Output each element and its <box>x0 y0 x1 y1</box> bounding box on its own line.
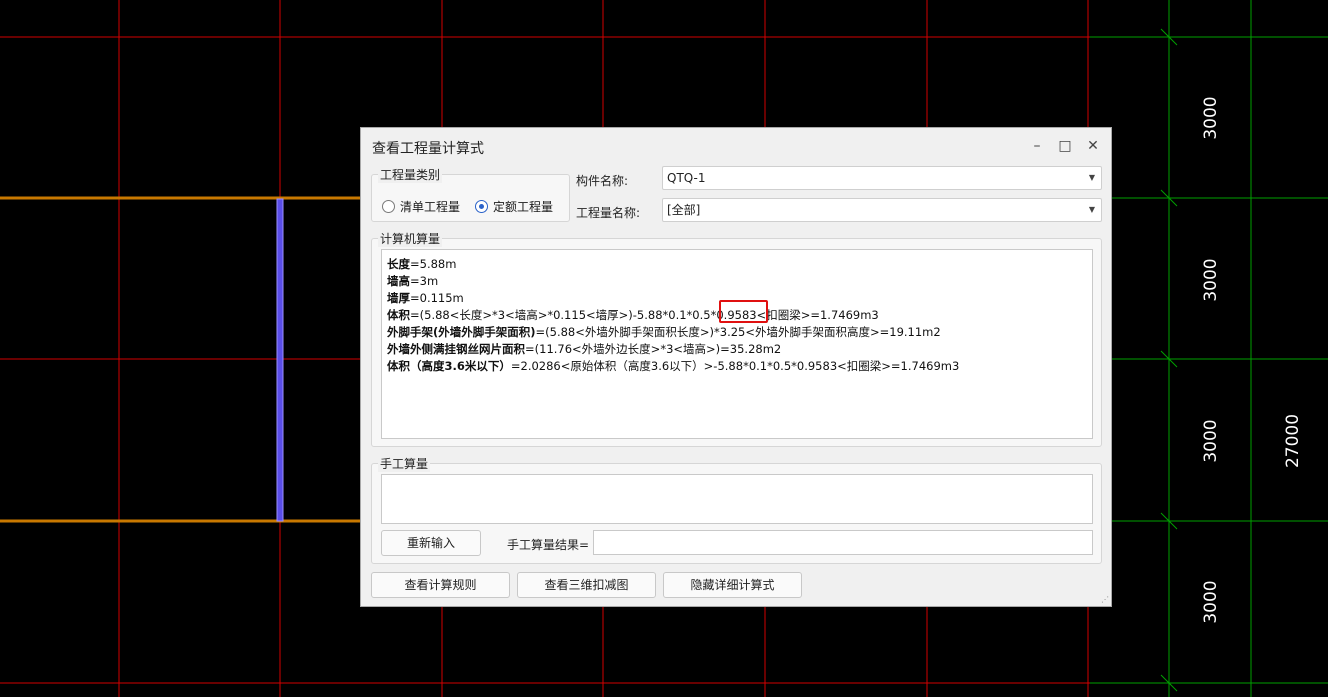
dimension-label: 3000 <box>1201 258 1221 302</box>
computer-calc-legend: 计算机算量 <box>378 230 443 247</box>
manual-calc-group: 手工算量 重新输入 手工算量结果= <box>371 455 1102 564</box>
calc-term: 体积（高度3.6米以下） <box>387 359 511 373</box>
radio-quota-quantity[interactable]: 定额工程量 <box>475 198 553 215</box>
view-rules-button[interactable]: 查看计算规则 <box>371 572 510 598</box>
calc-line: 外脚手架(外墙外脚手架面积)=(5.88<外墙外脚手架面积长度>)*3.25<外… <box>387 324 959 341</box>
chevron-down-icon: ▼ <box>1088 205 1095 214</box>
calc-line: 墙高=3m <box>387 273 959 290</box>
calc-formula: =2.0286<原始体积（高度3.6以下）>-5.88*0.1*0.5*0.95… <box>510 359 960 373</box>
calc-term: 墙高 <box>387 274 410 288</box>
minimize-button[interactable]: – <box>1027 136 1047 156</box>
manual-calc-legend: 手工算量 <box>378 455 431 472</box>
calc-term: 长度 <box>387 257 410 271</box>
category-group: 工程量类别 清单工程量 定额工程量 <box>371 166 570 222</box>
maximize-button[interactable]: □ <box>1055 136 1075 156</box>
calc-formula: =(11.76<外墙外边长度>*3<墙高>)=35.28m2 <box>525 342 782 356</box>
manual-result-label: 手工算量结果= <box>507 538 590 552</box>
calc-formula: =5.88m <box>410 257 457 271</box>
component-name-select[interactable]: QTQ-1 ▼ <box>662 166 1102 190</box>
close-button[interactable]: ✕ <box>1083 136 1103 156</box>
category-group-legend: 工程量类别 <box>378 166 443 183</box>
quantity-name-label: 工程量名称: <box>576 206 641 220</box>
title-bar[interactable]: 查看工程量计算式 – □ ✕ <box>361 128 1111 164</box>
calc-lines: 长度=5.88m 墙高=3m 墙厚=0.115m 体积=(5.88<长度>*3<… <box>387 256 959 375</box>
manual-calc-textarea[interactable] <box>381 474 1093 524</box>
calc-term: 墙厚 <box>387 291 410 305</box>
resize-grip-icon[interactable]: ⋰ <box>1101 596 1109 604</box>
radio-label: 定额工程量 <box>493 200 554 214</box>
calc-line: 墙厚=0.115m <box>387 290 959 307</box>
component-name-value: QTQ-1 <box>667 171 706 185</box>
calc-line: 体积=(5.88<长度>*3<墙高>*0.115<墙厚>)-5.88*0.1*0… <box>387 307 959 324</box>
calc-term: 外脚手架(外墙外脚手架面积) <box>387 325 536 339</box>
radio-circle[interactable] <box>382 200 395 213</box>
calc-line: 体积（高度3.6米以下）=2.0286<原始体积（高度3.6以下）>-5.88*… <box>387 358 959 375</box>
dialog-title: 查看工程量计算式 <box>372 141 484 157</box>
quantity-name-select[interactable]: [全部] ▼ <box>662 198 1102 222</box>
selected-wall[interactable] <box>276 198 284 522</box>
calc-formula: =(5.88<长度>*3<墙高>*0.115<墙厚>)-5.88*0.1*0.5… <box>410 308 879 322</box>
highlight-box <box>719 300 768 323</box>
calc-term: 外墙外侧满挂钢丝网片面积 <box>387 342 525 356</box>
calc-line: 长度=5.88m <box>387 256 959 273</box>
calc-formula: =(5.88<外墙外脚手架面积长度>)*3.25<外墙外脚手架面积高度>=19.… <box>535 325 941 339</box>
calc-line: 外墙外侧满挂钢丝网片面积=(11.76<外墙外边长度>*3<墙高>)=35.28… <box>387 341 959 358</box>
radio-circle-checked[interactable] <box>475 200 488 213</box>
hide-details-button[interactable]: 隐藏详细计算式 <box>663 572 802 598</box>
dimension-label: 3000 <box>1201 419 1221 463</box>
view-3d-button[interactable]: 查看三维扣减图 <box>517 572 656 598</box>
radio-bill-quantity[interactable]: 清单工程量 <box>382 198 460 215</box>
calc-formula: =0.115m <box>410 291 464 305</box>
dimension-label: 3000 <box>1201 580 1221 624</box>
quantity-formula-dialog: 查看工程量计算式 – □ ✕ 工程量类别 清单工程量 定额工程量 构件名称: Q… <box>360 127 1112 607</box>
component-name-label: 构件名称: <box>576 174 629 188</box>
quantity-name-value: [全部] <box>667 203 701 217</box>
chevron-down-icon: ▼ <box>1088 173 1095 182</box>
calc-formula: =3m <box>410 274 439 288</box>
dimension-label: 3000 <box>1201 96 1221 140</box>
computer-calc-group: 计算机算量 长度=5.88m 墙高=3m 墙厚=0.115m 体积=(5.88<… <box>371 230 1102 447</box>
radio-label: 清单工程量 <box>400 200 461 214</box>
reenter-button[interactable]: 重新输入 <box>381 530 481 556</box>
manual-result-input[interactable] <box>593 530 1093 555</box>
computer-calc-textarea[interactable]: 长度=5.88m 墙高=3m 墙厚=0.115m 体积=(5.88<长度>*3<… <box>381 249 1093 439</box>
dimension-label: 27000 <box>1283 413 1303 469</box>
calc-term: 体积 <box>387 308 410 322</box>
